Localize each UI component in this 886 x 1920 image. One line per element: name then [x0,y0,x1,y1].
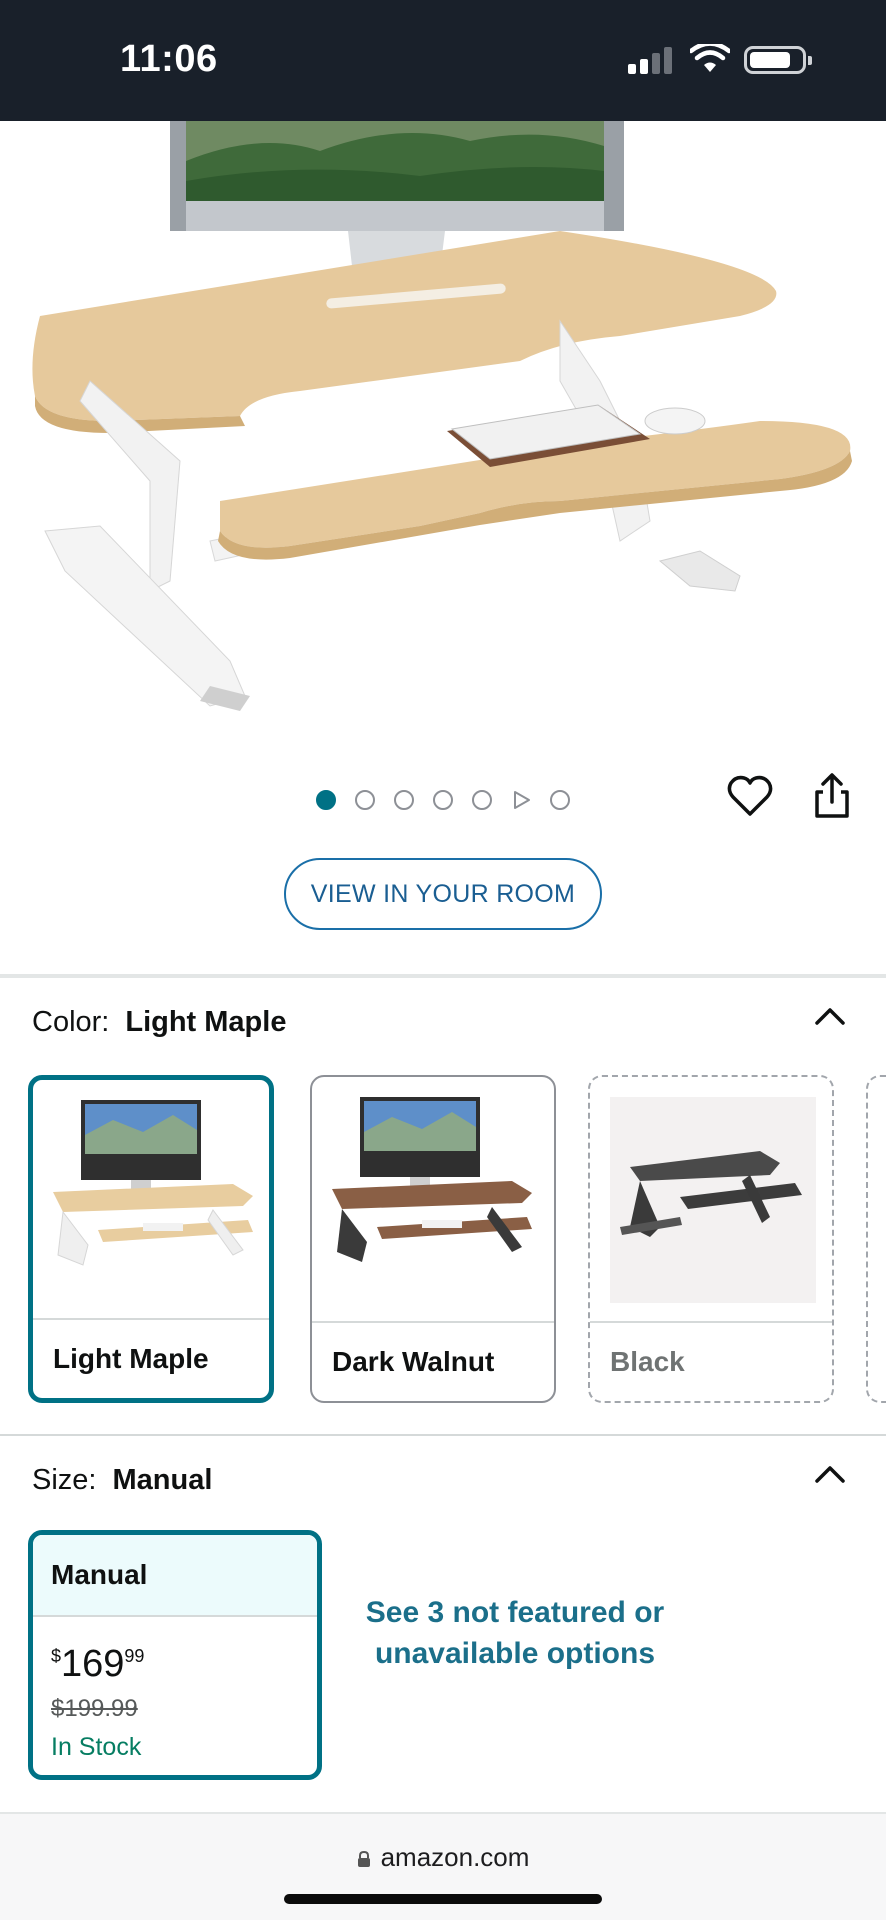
chevron-up-icon[interactable] [814,1464,846,1484]
carousel-dot[interactable] [433,790,453,810]
product-image[interactable] [0,121,886,741]
price: $16999 [51,1643,144,1686]
color-option-label: Black [590,1321,832,1401]
heart-icon[interactable] [726,772,774,820]
size-option-title: Manual [33,1535,317,1617]
divider [0,974,886,978]
color-option-label: Light Maple [33,1318,269,1398]
dark-walnut-thumbnail [332,1097,532,1262]
chevron-up-icon[interactable] [814,1006,846,1026]
size-heading: Size: Manual [32,1464,212,1497]
wifi-icon [690,44,730,72]
lock-icon [357,1851,370,1867]
color-heading: Color: Light Maple [32,1006,286,1039]
size-selected-value: Manual [112,1464,213,1496]
color-option-black[interactable]: Black [588,1075,834,1403]
black-thumbnail [610,1097,816,1303]
price-whole: 169 [61,1643,125,1685]
carousel-dot[interactable] [472,790,492,810]
status-time: 11:06 [120,38,218,80]
color-option-light-maple[interactable]: Light Maple [28,1075,274,1403]
home-indicator[interactable] [284,1894,602,1904]
price-currency: $ [51,1646,62,1666]
carousel-dot[interactable] [355,790,375,810]
color-option-more[interactable] [866,1075,886,1403]
view-in-room-button[interactable]: VIEW IN YOUR ROOM [284,858,602,930]
price-fraction: 99 [124,1646,145,1666]
size-option-manual[interactable]: Manual $16999 $199.99 In Stock [28,1530,322,1780]
carousel-indicator[interactable] [316,790,589,810]
status-bar: 11:06 [0,0,886,121]
stock-status: In Stock [51,1733,142,1761]
color-option-label: Dark Walnut [312,1321,554,1401]
carousel-dot[interactable] [550,790,570,810]
color-label: Color: [32,1006,110,1038]
divider [0,1434,886,1436]
share-icon[interactable] [808,772,856,820]
video-play-icon[interactable] [511,790,531,810]
desk-illustration [32,121,852,711]
color-option-dark-walnut[interactable]: Dark Walnut [310,1075,556,1403]
url-display[interactable]: amazon.com [0,1842,886,1873]
carousel-dot[interactable] [394,790,414,810]
signal-icon [628,46,674,74]
size-label: Size: [32,1464,97,1496]
see-more-options-link[interactable]: See 3 not featured or unavailable option… [360,1592,670,1674]
battery-icon [744,46,812,74]
list-price: $199.99 [51,1695,138,1722]
light-maple-thumbnail [53,1100,253,1266]
url-text: amazon.com [380,1842,530,1872]
color-selected-value: Light Maple [125,1006,287,1038]
carousel-dot[interactable] [316,790,336,810]
